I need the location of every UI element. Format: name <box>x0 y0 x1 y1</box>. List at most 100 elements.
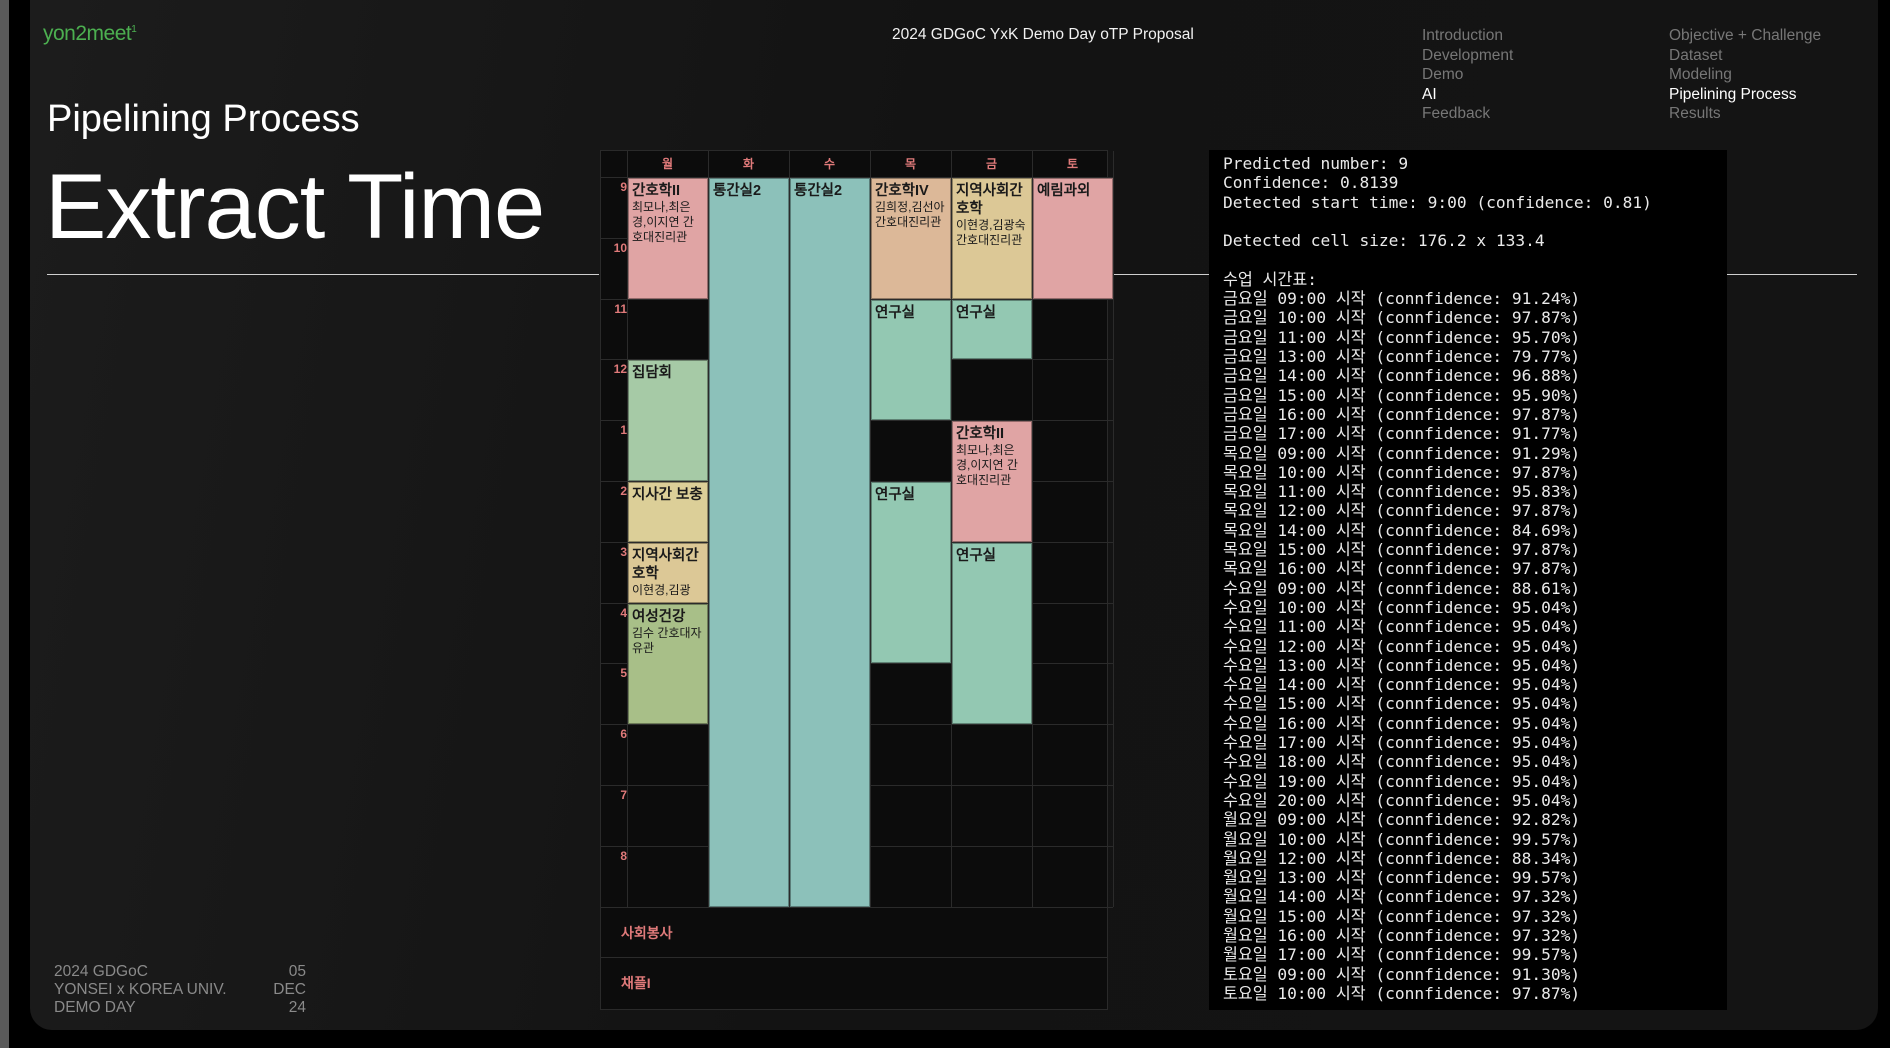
section-subtitle: Pipelining Process <box>47 98 360 140</box>
console-line: 금요일 16:00 시작 (connfidence: 97.87%) <box>1223 404 1581 424</box>
console-line: 수요일 14:00 시작 (connfidence: 95.04%) <box>1223 675 1581 695</box>
class-title: 지사간 보충 <box>632 487 703 503</box>
console-line: 목요일 10:00 시작 (connfidence: 97.87%) <box>1223 462 1581 482</box>
divider-left <box>47 274 599 275</box>
console-line: 월요일 09:00 시작 (connfidence: 92.82%) <box>1223 810 1581 830</box>
console-line: 수요일 12:00 시작 (connfidence: 95.04%) <box>1223 636 1581 656</box>
page-title: Extract Time <box>45 156 545 258</box>
console-line: 목요일 15:00 시작 (connfidence: 97.87%) <box>1223 540 1581 559</box>
footer-line: 24 <box>288 999 306 1016</box>
day-header: 월 <box>661 157 674 171</box>
nav-item-ai[interactable]: AI <box>1422 85 1513 105</box>
class-block: 지사간 보충 <box>628 482 708 542</box>
grid-hline <box>601 906 1113 908</box>
console-line: 수요일 13:00 시작 (connfidence: 95.04%) <box>1223 655 1581 675</box>
day-header: 금 <box>985 157 998 171</box>
console-line: 수요일 15:00 시작 (connfidence: 95.04%) <box>1223 694 1581 714</box>
day-header: 토 <box>1066 157 1079 171</box>
nav-item-objective-challenge[interactable]: Objective + Challenge <box>1669 26 1821 46</box>
class-block: 지역사회간호학 이현경,김광숙 간호대진리관 <box>952 178 1032 299</box>
footer-line: 05 <box>288 963 306 980</box>
class-block: 지역사회간호학 이현경,김광 <box>628 542 708 603</box>
nav-item-demo[interactable]: Demo <box>1422 65 1513 85</box>
console-line: 목요일 12:00 시작 (connfidence: 97.87%) <box>1223 501 1581 521</box>
timetable-image: 월 화 수 목 금 토 9 10 11 12 1 2 3 4 5 6 7 8 간호학II 최모나,최은경,이지연 간호… <box>600 150 1114 1010</box>
class-title: 연구실 <box>956 547 997 564</box>
hour-label: 3 <box>620 544 627 559</box>
console-line: 월요일 15:00 시작 (connfidence: 97.32%) <box>1223 906 1581 926</box>
console-line: 토요일 10:00 시작 (connfidence: 97.87%) <box>1223 983 1581 1003</box>
console-line: 월요일 16:00 시작 (connfidence: 97.32%) <box>1223 926 1581 945</box>
footer-line: DEMO DAY <box>54 999 136 1016</box>
class-title: 지역사회간호학 <box>956 183 1023 217</box>
footer-line: DEC <box>273 981 306 998</box>
class-block: 간호학IV 김희정,김선아 간호대진리관 <box>871 178 951 299</box>
class-detail: 이현경,김광숙 간호대진리관 <box>956 218 1026 247</box>
day-header: 수 <box>823 157 836 171</box>
header-title: 2024 GDGoC YxK Demo Day oTP Proposal <box>892 26 1194 43</box>
class-block: 연구실 <box>952 542 1032 725</box>
class-block: 연구실 <box>871 482 951 664</box>
nav-item-dataset[interactable]: Dataset <box>1669 46 1821 66</box>
hour-label: 8 <box>620 848 627 863</box>
divider-middle <box>1106 274 1209 275</box>
hour-label: 2 <box>620 484 627 498</box>
class-title: 지역사회간호학 <box>632 547 699 582</box>
console-line: 수요일 09:00 시작 (connfidence: 88.61%) <box>1223 578 1581 598</box>
nav-item-results[interactable]: Results <box>1669 104 1821 124</box>
console-line: 목요일 11:00 시작 (connfidence: 95.83%) <box>1223 482 1581 502</box>
console-line: 수업 시간표: <box>1223 269 1317 289</box>
console-line: 월요일 12:00 시작 (connfidence: 88.34%) <box>1223 848 1581 868</box>
footer-date: 05 DEC 24 <box>256 963 306 1017</box>
hour-label: 1 <box>620 423 627 438</box>
console-line: 수요일 16:00 시작 (connfidence: 95.04%) <box>1223 713 1581 733</box>
footer-event: 2024 GDGoC YONSEI x KOREA UNIV. DEMO DAY <box>54 963 227 1017</box>
class-title: 간호학IV <box>875 183 929 199</box>
nav-sections: Introduction Development Demo AI Feedback <box>1422 26 1513 124</box>
nav-item-development[interactable]: Development <box>1422 46 1513 66</box>
class-title: 집담회 <box>632 365 673 382</box>
day-header: 목 <box>904 157 917 171</box>
class-block: 통간실2 <box>790 178 870 907</box>
console-line: 금요일 10:00 시작 (connfidence: 97.87%) <box>1223 308 1581 328</box>
logo-superscript: 1 <box>131 24 137 35</box>
hour-label: 7 <box>620 788 627 802</box>
console-line: 수요일 20:00 시작 (connfidence: 95.04%) <box>1223 790 1581 810</box>
class-block: 통간실2 <box>709 178 789 907</box>
day-header: 화 <box>742 157 755 171</box>
console-line: Detected start time: 9:00 (confidence: 0… <box>1223 192 1652 212</box>
class-detail: 김희정,김선아 간호대진리관 <box>875 200 945 229</box>
nav-item-pipelining-process[interactable]: Pipelining Process <box>1669 85 1821 105</box>
divider-right <box>1727 274 1857 275</box>
hour-label: 12 <box>613 362 627 377</box>
console-line: 수요일 19:00 시작 (connfidence: 95.04%) <box>1223 771 1581 791</box>
console-line: 월요일 14:00 시작 (connfidence: 97.32%) <box>1223 887 1581 907</box>
class-title: 여성건강 <box>632 608 686 625</box>
class-title: 연구실 <box>875 304 916 321</box>
nav-subsections: Objective + Challenge Dataset Modeling Pipe… <box>1669 26 1821 124</box>
extra-course: 사회봉사 <box>621 924 673 941</box>
class-block: 예림과외 <box>1033 178 1113 299</box>
console-line: 수요일 11:00 시작 (connfidence: 95.04%) <box>1223 617 1581 637</box>
slide: yon2meet1 2024 GDGoC YxK Demo Day oTP Pr… <box>30 0 1878 1030</box>
class-block: 간호학II 최모나,최은경,이지연 간호대진리관 <box>952 421 1032 542</box>
class-title: 통간실2 <box>713 183 762 199</box>
window-edge <box>0 0 9 1048</box>
nav-item-introduction[interactable]: Introduction <box>1422 26 1513 46</box>
grid-vline <box>1113 151 1114 907</box>
brand-logo[interactable]: yon2meet1 <box>43 22 137 46</box>
console-line: 금요일 14:00 시작 (connfidence: 96.88%) <box>1223 366 1581 386</box>
console-line: 목요일 16:00 시작 (connfidence: 97.87%) <box>1223 559 1581 579</box>
console-line: 월요일 13:00 시작 (connfidence: 99.57%) <box>1223 868 1581 888</box>
hour-label: 6 <box>620 727 627 742</box>
hour-label: 11 <box>614 301 627 316</box>
class-detail: 최모나,최은경,이지연 간호대진리관 <box>632 200 694 244</box>
logo-text: yon2meet <box>43 22 132 45</box>
nav-item-feedback[interactable]: Feedback <box>1422 104 1513 124</box>
console-line: 토요일 09:00 시작 (connfidence: 91.30%) <box>1223 964 1581 984</box>
class-title: 간호학II <box>632 183 681 199</box>
console-line: Confidence: 0.8139 <box>1223 173 1399 193</box>
nav-item-modeling[interactable]: Modeling <box>1669 65 1821 85</box>
class-block: 집담회 <box>628 360 708 481</box>
class-title: 연구실 <box>956 304 997 321</box>
